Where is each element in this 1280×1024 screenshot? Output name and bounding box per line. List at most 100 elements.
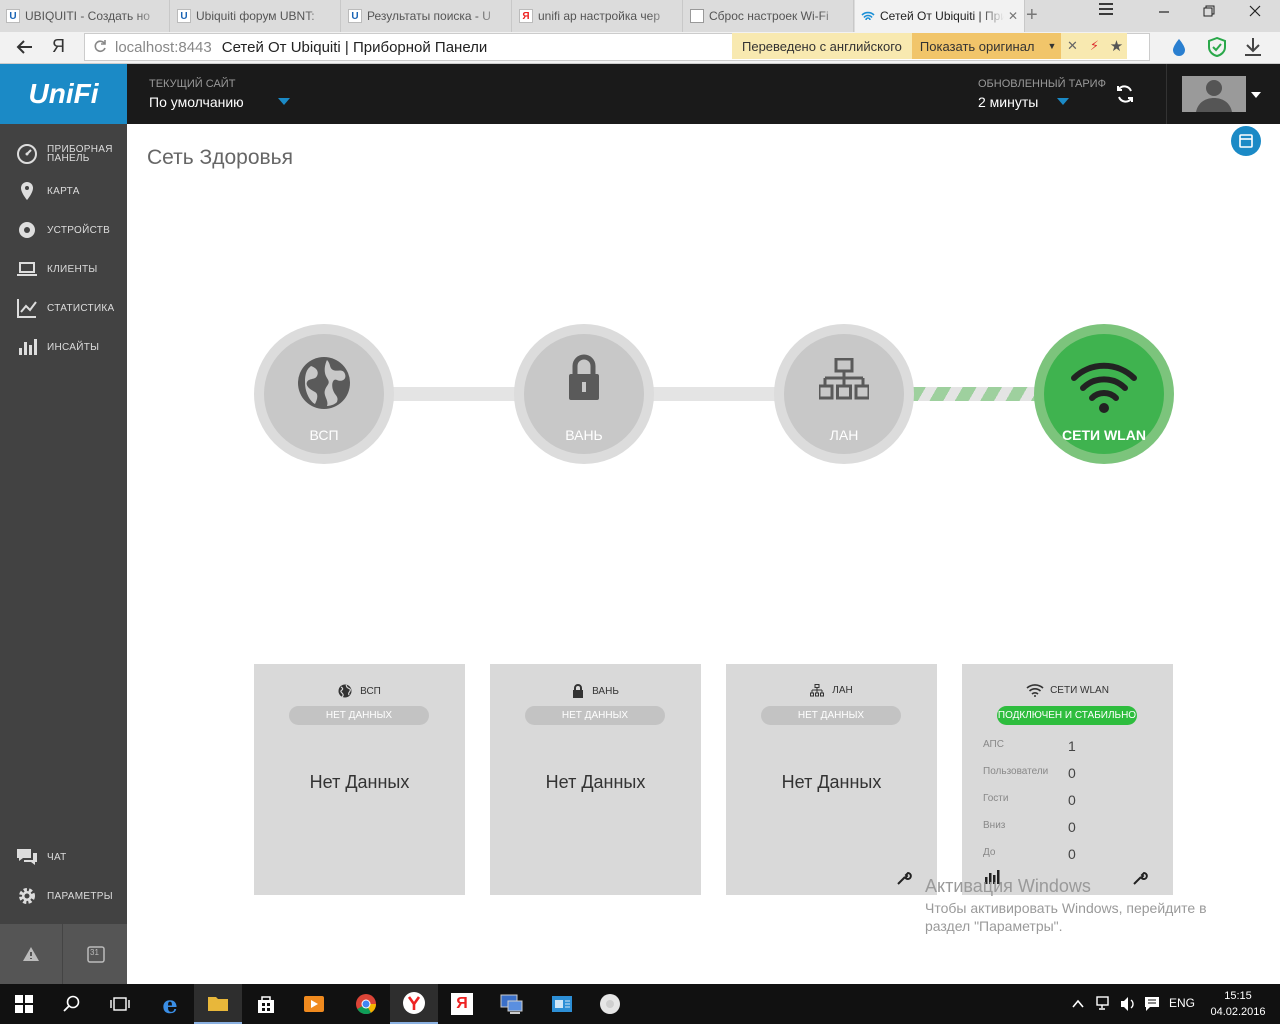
sidebar-item-statistics[interactable]: СТАТИСТИКА bbox=[0, 290, 127, 326]
close-translate-icon[interactable]: ✕ bbox=[1061, 38, 1083, 54]
dashboard-toggle-button[interactable] bbox=[1231, 126, 1261, 156]
sidebar-item-insights[interactable]: ИНСАЙТЫ bbox=[0, 329, 127, 365]
site-selector[interactable]: По умолчанию bbox=[149, 94, 244, 110]
clock[interactable]: 15:15 04.02.2016 bbox=[1208, 988, 1268, 1020]
new-tab-button[interactable]: + bbox=[1026, 4, 1038, 27]
network-icon bbox=[810, 684, 825, 697]
download-icon[interactable] bbox=[1244, 37, 1262, 62]
browser-tab-active[interactable]: Сетей От Ubiquiti | При ✕ bbox=[855, 0, 1025, 32]
minimize-button[interactable] bbox=[1158, 4, 1170, 22]
search-icon bbox=[63, 995, 80, 1012]
lock-icon bbox=[569, 354, 599, 400]
refresh-icon[interactable] bbox=[1115, 84, 1135, 109]
taskbar-edge[interactable]: e bbox=[146, 984, 194, 1024]
unifi-logo[interactable]: UniFi bbox=[0, 64, 127, 124]
taskbar-remote[interactable] bbox=[488, 984, 536, 1024]
show-original-button[interactable]: Показать оригинал bbox=[911, 33, 1043, 59]
folder-icon bbox=[208, 997, 228, 1011]
health-node-lan[interactable]: ЛАН bbox=[774, 324, 914, 464]
language-indicator[interactable]: ENG bbox=[1169, 996, 1195, 1010]
status-badge: НЕТ ДАННЫХ bbox=[525, 706, 665, 725]
tab-title: UBIQUITI - Создать но bbox=[25, 9, 150, 23]
remote-desktop-icon bbox=[500, 994, 523, 1014]
sidebar-item-clients[interactable]: КЛИЕНТЫ bbox=[0, 251, 127, 287]
browser-tab[interactable]: U Ubiquiti форум UBNT: bbox=[171, 0, 341, 32]
taskbar-chrome[interactable] bbox=[342, 984, 390, 1024]
notifications-icon[interactable] bbox=[1144, 996, 1160, 1017]
chrome-icon bbox=[356, 994, 377, 1015]
chevron-down-icon[interactable] bbox=[278, 98, 290, 105]
chevron-down-icon[interactable] bbox=[1251, 92, 1261, 98]
yandex-icon: Я bbox=[519, 9, 533, 23]
sidebar-item-devices[interactable]: УСТРОЙСТВ bbox=[0, 212, 127, 248]
network-tray-icon[interactable] bbox=[1096, 996, 1114, 1017]
taskbar-unifi[interactable] bbox=[586, 984, 634, 1024]
health-node-isp[interactable]: ВСП bbox=[254, 324, 394, 464]
browser-tab[interactable]: Я unifi ap настройка чер bbox=[513, 0, 683, 32]
refresh-interval-selector[interactable]: 2 минуты bbox=[978, 94, 1038, 110]
ubiquiti-icon: U bbox=[348, 9, 362, 23]
close-window-button[interactable] bbox=[1249, 4, 1261, 22]
chevron-down-icon[interactable]: ▼ bbox=[1042, 33, 1062, 59]
tab-title: Результаты поиска - U bbox=[367, 9, 491, 23]
bookmark-star-icon[interactable]: ★ bbox=[1105, 37, 1127, 55]
sidebar-item-settings[interactable]: ПАРАМЕТРЫ bbox=[0, 878, 127, 914]
volume-icon[interactable] bbox=[1120, 996, 1136, 1017]
taskbar-store[interactable] bbox=[242, 984, 290, 1024]
task-view-icon bbox=[110, 997, 130, 1011]
browser-tab[interactable]: U Результаты поиска - U bbox=[342, 0, 512, 32]
close-tab-icon[interactable]: ✕ bbox=[1008, 9, 1018, 23]
health-node-label: ЛАН bbox=[829, 427, 859, 443]
taskbar-media[interactable] bbox=[290, 984, 338, 1024]
wrench-icon[interactable] bbox=[896, 870, 912, 886]
stat-label: Вниз bbox=[983, 820, 1006, 831]
watermark-line: раздел "Параметры". bbox=[925, 918, 1063, 934]
taskbar-explorer[interactable] bbox=[194, 984, 242, 1024]
windows-activation-watermark: Активация Windows Чтобы активировать Win… bbox=[925, 876, 1207, 934]
health-node-label: ВАНЬ bbox=[565, 427, 603, 443]
unifi-ap-icon bbox=[600, 994, 620, 1014]
health-node-wlan[interactable]: СЕТИ WLAN bbox=[1034, 324, 1174, 464]
menu-icon[interactable] bbox=[1098, 2, 1114, 21]
yandex-logo-icon[interactable]: Я bbox=[52, 36, 65, 57]
sidebar-item-chat[interactable]: ЧАТ bbox=[0, 839, 127, 875]
stat-value: 0 bbox=[1068, 792, 1076, 808]
sidebar-item-label: КАРТА bbox=[47, 185, 80, 197]
taskbar-app[interactable] bbox=[538, 984, 586, 1024]
avatar[interactable] bbox=[1182, 76, 1246, 112]
drop-extension-icon[interactable] bbox=[1172, 38, 1186, 61]
browser-tab[interactable]: Сброс настроек Wi-Fi bbox=[684, 0, 854, 32]
taskbar-yandex[interactable]: Я bbox=[438, 984, 486, 1024]
alerts-button[interactable] bbox=[0, 924, 63, 984]
browser-tab[interactable]: U UBIQUITI - Создать но bbox=[0, 0, 170, 32]
chevron-down-icon[interactable] bbox=[1057, 98, 1069, 105]
wifi-icon bbox=[861, 9, 875, 23]
card-title: СЕТИ WLAN bbox=[1050, 685, 1109, 696]
task-view-button[interactable] bbox=[96, 984, 144, 1024]
status-badge: НЕТ ДАННЫХ bbox=[761, 706, 901, 725]
wifi-icon bbox=[1071, 362, 1137, 413]
tray-chevron-up-icon[interactable] bbox=[1072, 996, 1084, 1014]
card-no-data: Нет Данных bbox=[781, 772, 882, 792]
search-button[interactable] bbox=[48, 984, 96, 1024]
card-no-data: Нет Данных bbox=[545, 772, 646, 792]
reload-icon[interactable] bbox=[93, 39, 107, 57]
sidebar-footer: 31 bbox=[0, 924, 127, 984]
flash-icon[interactable]: ⚡ bbox=[1083, 38, 1105, 54]
stat-label: АПС bbox=[983, 739, 1004, 750]
back-arrow-icon[interactable] bbox=[16, 38, 34, 61]
events-button[interactable]: 31 bbox=[64, 924, 127, 984]
restore-button[interactable] bbox=[1203, 4, 1215, 22]
start-button[interactable] bbox=[0, 984, 48, 1024]
stat-value: 1 bbox=[1068, 738, 1076, 754]
map-pin-icon bbox=[21, 182, 33, 200]
sidebar-item-label: ПРИБОРНАЯ ПАНЕЛЬ bbox=[47, 144, 113, 164]
windows-taskbar: e Я ENG 15:15 04.02.2016 bbox=[0, 984, 1280, 1024]
taskbar-yandex-browser[interactable] bbox=[390, 984, 438, 1024]
clock-time: 15:15 bbox=[1224, 990, 1252, 1002]
health-node-wan[interactable]: ВАНЬ bbox=[514, 324, 654, 464]
health-card-wlan: СЕТИ WLAN ПОДКЛЮЧЕН И СТАБИЛЬНО АПС 1 По… bbox=[962, 664, 1173, 895]
sidebar-item-map[interactable]: КАРТА bbox=[0, 173, 127, 209]
sidebar-item-dashboard[interactable]: ПРИБОРНАЯ ПАНЕЛЬ bbox=[0, 136, 127, 172]
shield-icon[interactable] bbox=[1207, 36, 1227, 62]
